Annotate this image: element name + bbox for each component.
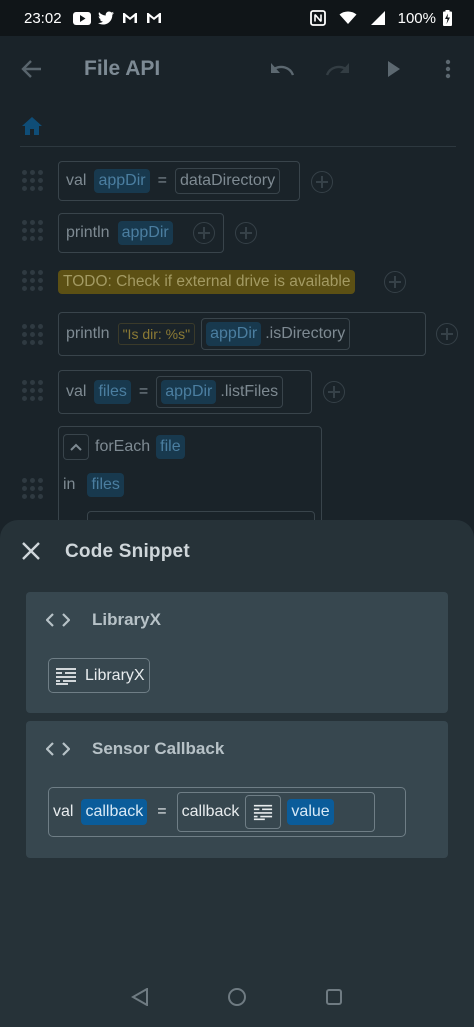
add-icon[interactable]: [193, 222, 215, 244]
function-name: callback: [181, 803, 240, 820]
youtube-icon: [72, 10, 92, 26]
undo-button[interactable]: [254, 36, 310, 102]
variable-chip[interactable]: files: [87, 473, 124, 497]
library-icon: [254, 804, 273, 821]
status-bar: 23:02 100%: [0, 0, 474, 36]
operator: =: [138, 383, 149, 400]
home-icon[interactable]: [20, 114, 44, 138]
argument-chip[interactable]: value: [287, 799, 334, 825]
function-name: println: [66, 224, 110, 241]
value-block[interactable]: dataDirectory: [174, 168, 281, 194]
code-icon: [46, 742, 70, 756]
arrow-back-icon: [21, 60, 41, 78]
status-time: 23:02: [24, 9, 62, 27]
circle-home-icon: [228, 988, 246, 1006]
signal-icon: [368, 10, 388, 26]
card-header: Sensor Callback: [46, 739, 224, 759]
method-name: .isDirectory: [265, 325, 346, 342]
back-button[interactable]: [0, 36, 64, 102]
card-header: LibraryX: [46, 610, 161, 630]
code-block-val[interactable]: val files = appDir .listFiles: [58, 370, 312, 414]
sheet-header: Code Snippet: [0, 538, 474, 570]
string-literal[interactable]: "Is dir: %s": [117, 323, 196, 345]
gmail-icon: [120, 10, 140, 26]
battery-percent: 100%: [397, 9, 436, 27]
snippet-card: LibraryX LibraryX: [26, 592, 448, 713]
more-vert-icon: [445, 59, 451, 79]
callback-expression[interactable]: callback value: [176, 792, 375, 832]
gmail-icon: [144, 10, 164, 26]
variable-chip[interactable]: appDir: [94, 169, 150, 193]
library-icon-box[interactable]: [245, 795, 282, 829]
code-block-val[interactable]: val appDir = dataDirectory: [58, 161, 300, 201]
add-icon[interactable]: [235, 222, 257, 244]
battery-charging-icon: [442, 10, 452, 26]
drag-handle[interactable]: [22, 380, 48, 404]
app-bar: File API: [0, 36, 474, 102]
variable-chip[interactable]: appDir: [117, 221, 173, 245]
snippet-label: LibraryX: [85, 666, 145, 684]
chevron-up-icon: [70, 443, 82, 451]
keyword: val: [66, 172, 87, 189]
card-title: Sensor Callback: [92, 739, 225, 758]
close-button[interactable]: [20, 540, 46, 566]
triangle-back-icon: [131, 988, 148, 1006]
operator: =: [157, 172, 167, 189]
add-icon[interactable]: [323, 381, 345, 403]
snippet-card: Sensor Callback val callback = callback …: [26, 721, 448, 858]
nav-back-button[interactable]: [120, 977, 160, 1017]
drag-handle[interactable]: [22, 270, 48, 294]
add-icon[interactable]: [436, 323, 458, 345]
keyword: in: [63, 476, 76, 493]
redo-button[interactable]: [310, 36, 366, 102]
redo-icon: [325, 63, 349, 76]
variable-chip[interactable]: callback: [81, 799, 148, 825]
undo-icon: [271, 63, 295, 76]
collapse-button[interactable]: [63, 434, 89, 460]
expression-block[interactable]: appDir .listFiles: [156, 376, 284, 408]
nav-home-button[interactable]: [217, 977, 257, 1017]
drag-handle[interactable]: [22, 220, 48, 244]
twitter-icon: [96, 10, 116, 26]
code-icon: [46, 613, 70, 627]
navigation-bar: [0, 967, 474, 1027]
screen: 23:02 100% File API val appDir = dataDir…: [0, 0, 474, 1027]
add-icon[interactable]: [384, 271, 406, 293]
todo-comment[interactable]: TODO: Check if external drive is availab…: [58, 270, 356, 294]
method-name: .listFiles: [220, 383, 279, 400]
callback-snippet-block[interactable]: val callback = callback value: [48, 787, 406, 837]
nfc-icon: [308, 10, 328, 26]
nav-recents-button[interactable]: [314, 977, 354, 1017]
close-icon: [22, 542, 40, 560]
sheet-title: Code Snippet: [65, 541, 190, 562]
drag-handle[interactable]: [22, 170, 48, 194]
run-button[interactable]: [366, 36, 422, 102]
keyword: val: [66, 383, 87, 400]
square-recents-icon: [326, 989, 342, 1005]
variable-chip[interactable]: file: [156, 435, 185, 459]
function-name: forEach: [95, 438, 151, 455]
operator: =: [157, 803, 167, 820]
card-title: LibraryX: [92, 610, 161, 629]
variable-chip[interactable]: files: [94, 380, 131, 404]
variable-chip[interactable]: appDir: [161, 380, 217, 404]
code-block-println[interactable]: println "Is dir: %s" appDir .isDirectory: [58, 312, 426, 356]
library-snippet-block[interactable]: LibraryX: [48, 658, 150, 693]
drag-handle[interactable]: [22, 324, 48, 348]
library-icon: [56, 667, 76, 685]
page-title: File API: [84, 57, 161, 80]
keyword: val: [53, 803, 74, 820]
divider: [20, 146, 456, 147]
drag-handle[interactable]: [22, 478, 48, 502]
play-icon: [388, 61, 400, 77]
code-snippet-sheet: Code Snippet LibraryX LibraryX Sensor Ca…: [0, 520, 474, 1027]
variable-chip[interactable]: appDir: [206, 322, 262, 346]
expression-block[interactable]: appDir .isDirectory: [201, 318, 351, 350]
add-icon[interactable]: [311, 171, 333, 193]
function-name: println: [66, 325, 110, 342]
wifi-icon: [338, 10, 358, 26]
more-options-button[interactable]: [422, 36, 474, 102]
